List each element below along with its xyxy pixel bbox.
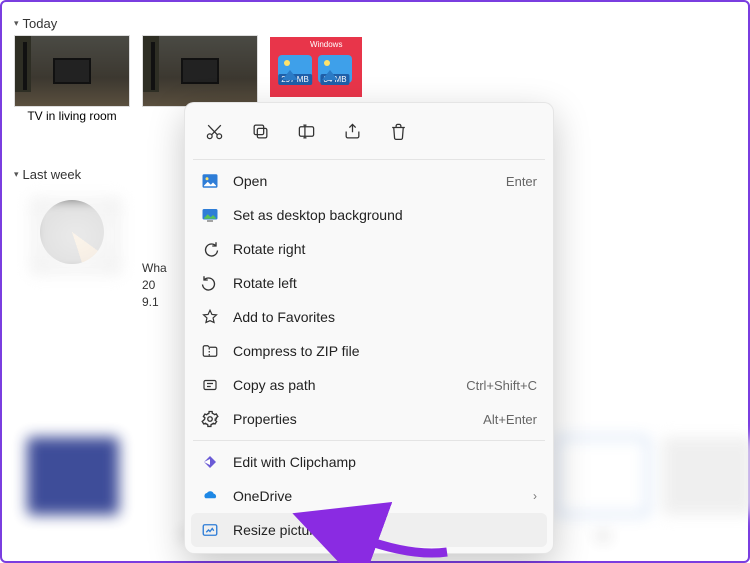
menu-item-add-favorites[interactable]: Add to Favorites	[191, 300, 547, 334]
copy-icon	[251, 122, 270, 141]
trash-icon	[389, 122, 408, 141]
file-label: TV in living room	[27, 109, 116, 123]
chevron-right-icon: ›	[533, 489, 537, 503]
resize-pictures-icon	[201, 521, 219, 539]
zip-folder-icon	[201, 342, 219, 360]
share-icon	[343, 122, 362, 141]
onedrive-icon	[201, 487, 219, 505]
cut-button[interactable]	[195, 113, 233, 149]
menu-item-rotate-left[interactable]: Rotate left	[191, 266, 547, 300]
share-button[interactable]	[333, 113, 371, 149]
thumbnail-image	[142, 35, 258, 107]
menu-item-set-background[interactable]: Set as desktop background	[191, 198, 547, 232]
menu-item-copy-path[interactable]: Copy as path Ctrl+Shift+C	[191, 368, 547, 402]
menu-item-edit-clipchamp[interactable]: Edit with Clipchamp	[191, 445, 547, 479]
file-item[interactable]	[14, 186, 130, 310]
menu-item-resize-pictures[interactable]: Resize pictures	[191, 513, 547, 547]
context-menu-iconbar	[191, 109, 547, 155]
menu-label: Rotate left	[233, 275, 537, 291]
section-today-label: Today	[23, 16, 58, 31]
size-badge: 297 MB	[278, 74, 312, 85]
clipchamp-icon	[201, 453, 219, 471]
menu-item-onedrive[interactable]: OneDrive ›	[191, 479, 547, 513]
menu-accelerator: Enter	[506, 174, 537, 189]
menu-separator	[193, 440, 545, 441]
menu-label: Rotate right	[233, 241, 537, 257]
menu-item-rotate-right[interactable]: Rotate right	[191, 232, 547, 266]
menu-item-compress-zip[interactable]: Compress to ZIP file	[191, 334, 547, 368]
image-open-icon	[201, 172, 219, 190]
rename-button[interactable]	[287, 113, 325, 149]
file-item[interactable]: TV in living room	[14, 35, 130, 123]
size-badge: 34 MB	[320, 74, 349, 85]
menu-label: Edit with Clipchamp	[233, 454, 537, 470]
copy-path-icon	[201, 376, 219, 394]
star-icon	[201, 308, 219, 326]
menu-accelerator: Ctrl+Shift+C	[466, 378, 537, 393]
desktop-background-icon	[201, 206, 219, 224]
thumbnail-image: Windows 297 MB 34 MB	[270, 37, 362, 97]
menu-accelerator: Alt+Enter	[483, 412, 537, 427]
scissors-icon	[205, 122, 224, 141]
delete-button[interactable]	[379, 113, 417, 149]
thumbnail-image	[14, 35, 130, 107]
chevron-down-icon: ▾	[14, 169, 19, 180]
context-menu: Open Enter Set as desktop background Rot…	[184, 102, 554, 554]
menu-separator	[193, 159, 545, 160]
menu-label: Copy as path	[233, 377, 452, 393]
section-lastweek-label: Last week	[23, 167, 82, 182]
windows-logo-text: Windows	[310, 40, 342, 49]
menu-label: Resize pictures	[233, 522, 537, 538]
menu-label: Set as desktop background	[233, 207, 537, 223]
copy-button[interactable]	[241, 113, 279, 149]
properties-icon	[201, 410, 219, 428]
section-today[interactable]: ▾ Today	[14, 16, 736, 31]
menu-item-open[interactable]: Open Enter	[191, 164, 547, 198]
menu-label: Open	[233, 173, 492, 189]
menu-label: Compress to ZIP file	[233, 343, 537, 359]
menu-label: Properties	[233, 411, 469, 427]
rotate-left-icon	[201, 274, 219, 292]
menu-label: Add to Favorites	[233, 309, 537, 325]
menu-item-properties[interactable]: Properties Alt+Enter	[191, 402, 547, 436]
rotate-right-icon	[201, 240, 219, 258]
menu-label: OneDrive	[233, 488, 519, 504]
rename-icon	[297, 122, 316, 141]
chevron-down-icon: ▾	[14, 18, 19, 29]
